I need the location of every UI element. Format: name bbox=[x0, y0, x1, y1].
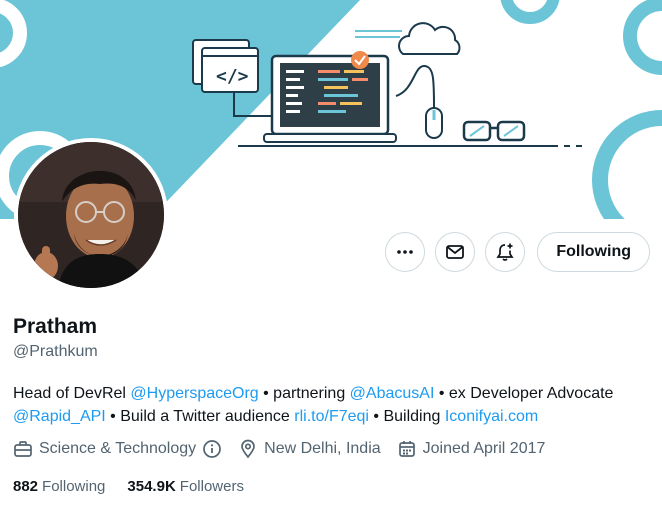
bio-text: • Build a Twitter audience bbox=[105, 408, 295, 425]
bio-link-rapidapi[interactable]: @Rapid_API bbox=[13, 408, 106, 425]
followers-count: 354.9K bbox=[127, 478, 176, 495]
profile-name: Pratham bbox=[13, 315, 98, 338]
profile-location: New Delhi, India bbox=[238, 439, 381, 459]
bio-link-abacus[interactable]: @AbacusAI bbox=[350, 385, 435, 402]
bio-text: • partnering bbox=[258, 385, 350, 402]
calendar-icon bbox=[398, 441, 415, 457]
briefcase-icon bbox=[14, 441, 32, 457]
more-icon bbox=[397, 250, 414, 254]
profile-stats: 882 Following 354.9K Followers bbox=[13, 478, 244, 495]
bio-link-rli[interactable]: rli.to/F7eqi bbox=[294, 408, 369, 425]
notification-bell-icon bbox=[496, 243, 514, 261]
following-count: 882 bbox=[13, 478, 39, 495]
more-button[interactable] bbox=[385, 232, 426, 272]
following-link[interactable]: 882 Following bbox=[13, 478, 105, 495]
avatar-photo bbox=[18, 142, 164, 288]
location-label: New Delhi, India bbox=[264, 440, 381, 457]
svg-text:</>: </> bbox=[216, 66, 249, 87]
profile-actions: Following bbox=[385, 232, 650, 272]
profile-category: Science & Technology bbox=[13, 439, 222, 459]
bio-text: • Building bbox=[368, 408, 445, 425]
bio-link-iconify[interactable]: Iconifyai.com bbox=[445, 408, 538, 425]
following-label: Following bbox=[42, 478, 106, 495]
joined-label: Joined April 2017 bbox=[422, 440, 546, 457]
info-icon[interactable] bbox=[202, 439, 222, 459]
notifications-button[interactable] bbox=[485, 232, 526, 272]
profile-meta: Science & Technology New Delhi, India Jo… bbox=[13, 439, 561, 459]
profile-bio: Head of DevRel @HyperspaceOrg • partneri… bbox=[13, 382, 658, 428]
followers-label: Followers bbox=[179, 478, 244, 495]
profile-handle: @Prathkum bbox=[13, 343, 98, 360]
following-button[interactable]: Following bbox=[537, 232, 650, 272]
bio-text: • ex Developer Advocate bbox=[434, 385, 614, 402]
bio-text: Head of DevRel bbox=[13, 385, 131, 402]
bio-link-hyperspace[interactable]: @HyperspaceOrg bbox=[130, 385, 258, 402]
message-button[interactable] bbox=[435, 232, 476, 272]
profile-joined: Joined April 2017 bbox=[397, 439, 546, 459]
category-label: Science & Technology bbox=[39, 440, 197, 457]
mail-icon bbox=[446, 245, 465, 259]
avatar[interactable] bbox=[14, 138, 168, 292]
location-pin-icon bbox=[241, 439, 255, 459]
followers-link[interactable]: 354.9K Followers bbox=[127, 478, 244, 495]
